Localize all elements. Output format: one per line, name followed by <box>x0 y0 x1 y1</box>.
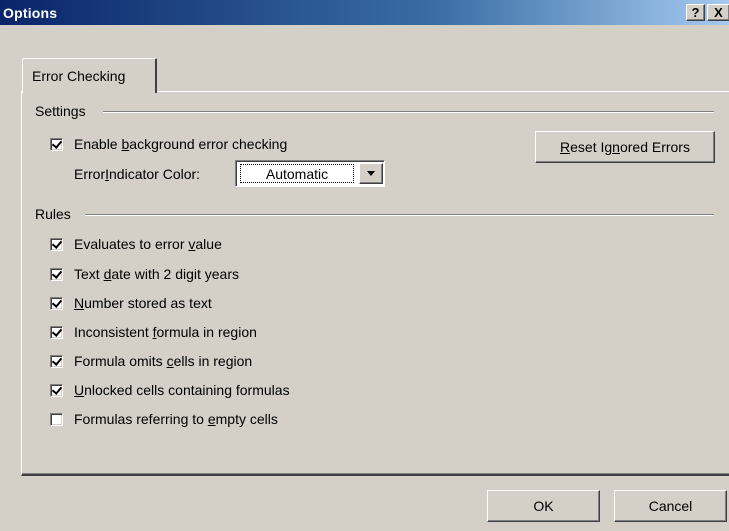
rule-formulas-referring-empty-cells[interactable]: Formulas referring to empty cells <box>50 410 278 428</box>
rules-group-label: Rules <box>35 205 71 223</box>
error-indicator-color-label: Error Indicator Color: <box>74 166 201 182</box>
title-bar: Options ? X <box>0 0 729 25</box>
rule-evaluates-to-error[interactable]: Evaluates to error value <box>50 235 222 253</box>
reset-ignored-errors-button[interactable]: Reset Ig n ored Errors <box>535 131 715 163</box>
window-title: Options <box>3 4 58 21</box>
rule-label: Inconsistent formula in region <box>74 324 257 340</box>
close-button[interactable]: X <box>707 4 729 21</box>
rules-divider <box>85 214 714 216</box>
enable-background-checking[interactable]: Enable background error checking <box>50 135 287 153</box>
tab-error-checking[interactable]: Error Checking <box>22 58 157 93</box>
rule-checkbox[interactable] <box>50 383 63 397</box>
ok-button[interactable]: OK <box>487 490 600 522</box>
rule-checkbox[interactable] <box>50 296 63 310</box>
rule-formula-omits-cells[interactable]: Formula omits cells in region <box>50 352 252 370</box>
cancel-button[interactable]: Cancel <box>614 490 727 522</box>
rule-number-stored-as-text[interactable]: Number stored as text <box>50 294 212 312</box>
rule-checkbox[interactable] <box>50 412 63 426</box>
rule-inconsistent-formula[interactable]: Inconsistent formula in region <box>50 323 257 341</box>
error-indicator-color-dropdown[interactable]: Automatic <box>235 160 385 187</box>
rule-text-date-2-digit[interactable]: Text date with 2 digit years <box>50 265 239 283</box>
rule-checkbox[interactable] <box>50 354 63 368</box>
rule-label: Number stored as text <box>74 295 212 311</box>
rule-checkbox[interactable] <box>50 267 63 281</box>
rule-label: Text date with 2 digit years <box>74 266 239 282</box>
rules-group-text: Rules <box>35 206 71 222</box>
settings-group-label: Settings <box>35 102 86 120</box>
tab-label: Error Checking <box>32 68 126 84</box>
chevron-down-icon[interactable] <box>359 163 383 184</box>
settings-group-text: Settings <box>35 103 86 119</box>
rule-checkbox[interactable] <box>50 237 63 251</box>
error-indicator-color-value: Automatic <box>240 164 354 183</box>
rule-checkbox[interactable] <box>50 325 63 339</box>
enable-background-checkbox[interactable] <box>50 137 63 151</box>
rule-unlocked-cells-formulas[interactable]: Unlocked cells containing formulas <box>50 381 290 399</box>
settings-divider <box>103 111 714 113</box>
enable-background-label: Enable background error checking <box>74 136 288 152</box>
rule-label: Evaluates to error value <box>74 236 222 252</box>
rule-label: Formula omits cells in region <box>74 353 253 369</box>
rule-label: Formulas referring to empty cells <box>74 411 278 427</box>
help-button[interactable]: ? <box>686 4 705 21</box>
rule-label: Unlocked cells containing formulas <box>74 382 290 398</box>
